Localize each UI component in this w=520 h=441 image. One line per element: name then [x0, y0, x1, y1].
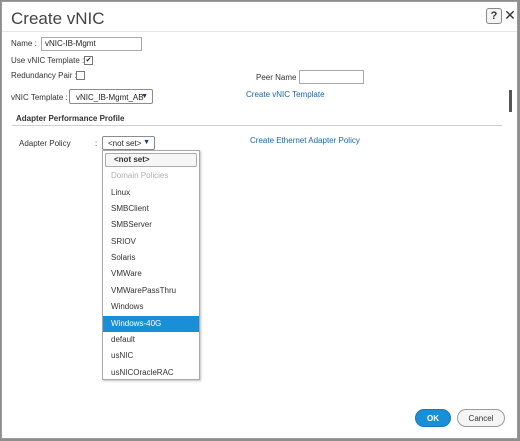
dropdown-option[interactable]: SRIOV	[103, 234, 199, 250]
adapter-policy-select[interactable]: <not set> ▼	[102, 136, 155, 150]
dropdown-option[interactable]: SMBServer	[103, 217, 199, 233]
chevron-down-icon: ▼	[143, 139, 150, 146]
adapter-policy-colon: :	[95, 139, 98, 148]
adapter-policy-value: <not set>	[108, 139, 142, 148]
dropdown-option[interactable]: VMWarePassThru	[103, 283, 199, 299]
chevron-down-icon: ▼	[141, 93, 148, 100]
dropdown-option[interactable]: <not set>	[105, 153, 197, 167]
vnic-template-value: vNIC_IB-Mgmt_AB	[76, 93, 144, 102]
dropdown-option[interactable]: usNICOracleRAC	[103, 365, 199, 381]
vnic-template-label: vNIC Template :	[11, 93, 68, 102]
dropdown-option[interactable]: Windows	[103, 299, 199, 315]
cancel-button[interactable]: Cancel	[457, 409, 505, 427]
peer-name-label: Peer Name :	[256, 73, 301, 82]
scrollbar[interactable]	[509, 90, 512, 112]
header-divider	[2, 31, 517, 32]
name-label: Name :	[11, 39, 37, 48]
dialog-title: Create vNIC	[11, 9, 105, 28]
vnic-template-select[interactable]: vNIC_IB-Mgmt_AB ▼	[69, 89, 153, 104]
dropdown-option[interactable]: VMWare	[103, 266, 199, 282]
redundancy-pair-checkbox[interactable]	[76, 71, 85, 80]
adapter-policy-label: Adapter Policy	[19, 139, 71, 148]
dropdown-group-header: Domain Policies	[111, 171, 169, 180]
close-icon[interactable]: ✕	[503, 8, 517, 22]
dropdown-option[interactable]: Windows-40G	[103, 316, 199, 332]
help-icon[interactable]: ?	[486, 8, 502, 24]
use-template-label: Use vNIC Template :	[11, 56, 85, 65]
create-vnic-template-link[interactable]: Create vNIC Template	[246, 90, 325, 99]
dropdown-option[interactable]: usNIC	[103, 348, 199, 364]
create-vnic-dialog: Create vNIC ? ✕ Name : vNIC-IB-Mgmt Use …	[1, 1, 518, 439]
name-field[interactable]: vNIC-IB-Mgmt	[41, 37, 142, 51]
use-template-checkbox[interactable]: ✔	[84, 56, 93, 65]
section-title: Adapter Performance Profile	[16, 114, 125, 123]
ok-button[interactable]: OK	[415, 409, 451, 427]
dropdown-option[interactable]: Solaris	[103, 250, 199, 266]
dropdown-option[interactable]: Linux	[103, 185, 199, 201]
redundancy-pair-label: Redundancy Pair :	[11, 71, 77, 80]
create-ethernet-adapter-policy-link[interactable]: Create Ethernet Adapter Policy	[250, 136, 360, 145]
peer-name-field[interactable]	[299, 70, 364, 84]
adapter-policy-dropdown: <not set> Domain Policies Linux SMBClient SM…	[102, 150, 200, 380]
section-divider	[12, 125, 502, 126]
dropdown-option[interactable]: default	[103, 332, 199, 348]
dropdown-option[interactable]: SMBClient	[103, 201, 199, 217]
